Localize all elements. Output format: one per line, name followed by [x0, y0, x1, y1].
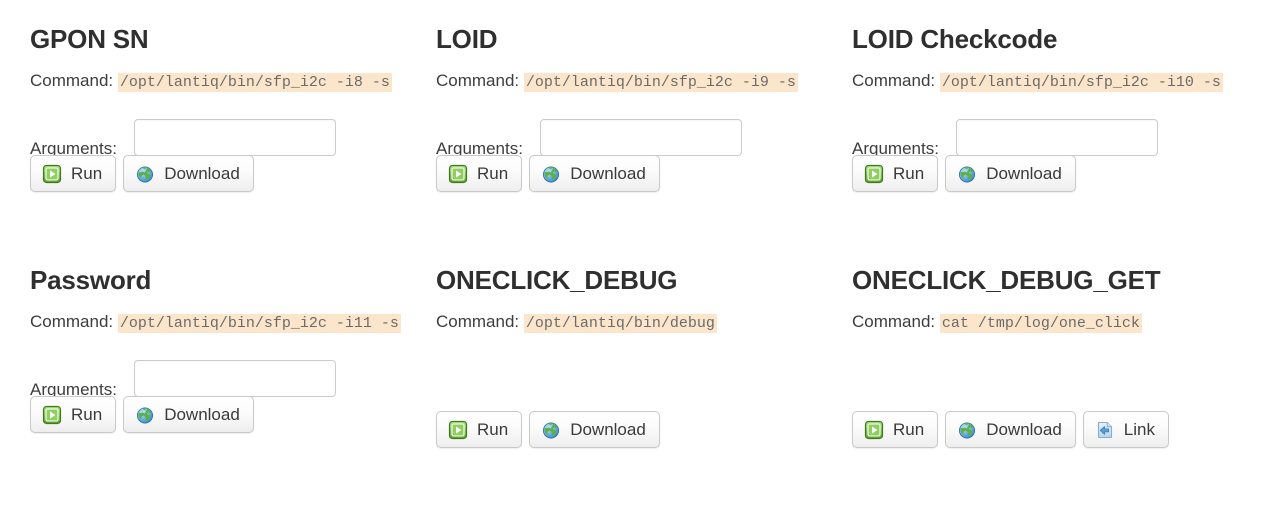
button-row: Run Download Link	[852, 411, 1259, 448]
page-title: GPON SN	[30, 24, 149, 54]
command-label: Command:	[30, 312, 114, 331]
card-loid-checkcode: LOID Checkcode Command: /opt/lantiq/bin/…	[844, 24, 1259, 265]
command-label: Command:	[852, 71, 936, 90]
download-button[interactable]: Download	[945, 155, 1076, 192]
command-label: Command:	[30, 71, 114, 90]
play-icon	[864, 420, 884, 440]
command-line: Command: /opt/lantiq/bin/sfp_i2c -i11 -s	[30, 309, 422, 336]
card-password: Password Command: /opt/lantiq/bin/sfp_i2…	[0, 265, 422, 448]
button-row: Run Download	[30, 155, 422, 192]
download-button[interactable]: Download	[123, 396, 254, 433]
arguments-input[interactable]	[134, 360, 336, 397]
command-value: /opt/lantiq/bin/sfp_i2c -i10 -s	[939, 73, 1223, 92]
command-value: /opt/lantiq/bin/sfp_i2c -i9 -s	[523, 73, 798, 92]
download-button[interactable]: Download	[529, 411, 660, 448]
play-icon	[448, 420, 468, 440]
play-icon	[42, 164, 62, 184]
download-button-label: Download	[986, 164, 1062, 183]
command-value: cat /tmp/log/one_click	[939, 314, 1142, 333]
globe-icon	[957, 164, 977, 184]
download-button-label: Download	[164, 164, 240, 183]
command-line: Command: /opt/lantiq/bin/sfp_i2c -i9 -s	[436, 68, 836, 95]
run-button-label: Run	[893, 164, 925, 183]
run-button[interactable]: Run	[436, 155, 523, 192]
globe-icon	[135, 405, 155, 425]
command-line: Command: /opt/lantiq/bin/sfp_i2c -i8 -s	[30, 68, 422, 95]
link-button[interactable]: Link	[1082, 411, 1169, 448]
arguments-input[interactable]	[956, 119, 1158, 156]
globe-icon	[541, 420, 561, 440]
command-value: /opt/lantiq/bin/sfp_i2c -i11 -s	[117, 314, 401, 333]
run-button[interactable]: Run	[30, 155, 117, 192]
command-value: /opt/lantiq/bin/sfp_i2c -i8 -s	[117, 73, 392, 92]
run-button-label: Run	[477, 164, 509, 183]
arguments-input[interactable]	[540, 119, 742, 156]
run-button[interactable]: Run	[852, 155, 939, 192]
command-value: /opt/lantiq/bin/debug	[523, 314, 717, 333]
page-back-arrow-icon	[1095, 420, 1115, 440]
command-label: Command:	[852, 312, 936, 331]
command-label: Command:	[436, 71, 520, 90]
page-title: ONECLICK_DEBUG	[436, 265, 678, 295]
run-button[interactable]: Run	[436, 411, 523, 448]
page-title: LOID	[436, 24, 498, 54]
download-button-label: Download	[164, 405, 240, 424]
play-icon	[448, 164, 468, 184]
run-button-label: Run	[477, 420, 509, 439]
download-button-label: Download	[986, 420, 1062, 439]
card-oneclick-debug: ONECLICK_DEBUG Command: /opt/lantiq/bin/…	[422, 265, 844, 448]
link-button-label: Link	[1123, 420, 1155, 439]
card-gpon-sn: GPON SN Command: /opt/lantiq/bin/sfp_i2c…	[0, 24, 422, 265]
command-line: Command: cat /tmp/log/one_click	[852, 309, 1252, 336]
page-title: Password	[30, 265, 152, 295]
download-button-label: Download	[570, 420, 646, 439]
globe-icon	[135, 164, 155, 184]
command-label: Command:	[436, 312, 520, 331]
play-icon	[42, 405, 62, 425]
play-icon	[864, 164, 884, 184]
run-button-label: Run	[71, 405, 103, 424]
run-button-label: Run	[893, 420, 925, 439]
command-line: Command: /opt/lantiq/bin/sfp_i2c -i10 -s	[852, 68, 1252, 95]
button-row: Run Download	[30, 396, 422, 433]
run-button[interactable]: Run	[852, 411, 939, 448]
button-row: Run Download	[436, 411, 844, 448]
run-button-label: Run	[71, 164, 103, 183]
button-row: Run Download	[852, 155, 1259, 192]
download-button-label: Download	[570, 164, 646, 183]
page-title: LOID Checkcode	[852, 24, 1058, 54]
command-line: Command: /opt/lantiq/bin/debug	[436, 309, 836, 336]
command-cards-grid: GPON SN Command: /opt/lantiq/bin/sfp_i2c…	[0, 0, 1280, 448]
arguments-input[interactable]	[134, 119, 336, 156]
card-oneclick-debug-get: ONECLICK_DEBUG_GET Command: cat /tmp/log…	[844, 265, 1259, 448]
card-loid: LOID Command: /opt/lantiq/bin/sfp_i2c -i…	[422, 24, 844, 265]
globe-icon	[957, 420, 977, 440]
run-button[interactable]: Run	[30, 396, 117, 433]
download-button[interactable]: Download	[945, 411, 1076, 448]
globe-icon	[541, 164, 561, 184]
page-title: ONECLICK_DEBUG_GET	[852, 265, 1161, 295]
button-row: Run Download	[436, 155, 844, 192]
download-button[interactable]: Download	[529, 155, 660, 192]
download-button[interactable]: Download	[123, 155, 254, 192]
